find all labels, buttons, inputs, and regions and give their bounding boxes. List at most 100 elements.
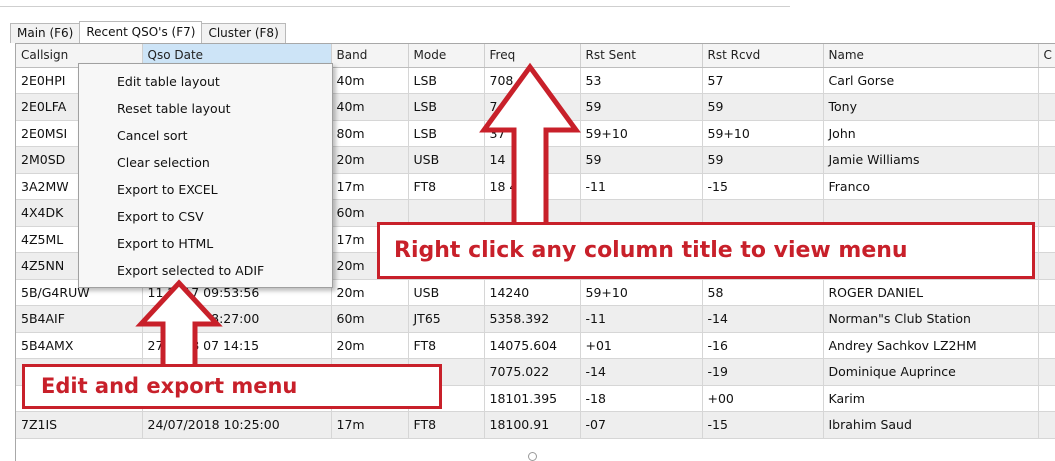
- tab-main[interactable]: Main (F6): [10, 23, 81, 43]
- cell-freq[interactable]: 7075.022: [484, 358, 581, 386]
- cell-truncated: [1038, 411, 1055, 439]
- cell-truncated: [1038, 226, 1055, 253]
- up-arrow-to-context-menu: [135, 279, 223, 371]
- menu-edit-table-layout[interactable]: Edit table layout: [79, 68, 332, 95]
- cell-truncated: [1038, 358, 1055, 386]
- cell-rcvd[interactable]: -15: [702, 411, 824, 439]
- tab-recent-qsos[interactable]: Recent QSO's (F7): [79, 21, 203, 43]
- column-header-rst-sent[interactable]: Rst Sent: [580, 44, 703, 68]
- cell-name[interactable]: Norman"s Club Station: [823, 305, 1039, 333]
- cell-band[interactable]: 17m: [331, 173, 409, 200]
- cell-callsign[interactable]: 7Z1IS: [16, 411, 143, 439]
- cell-truncated: [1038, 279, 1055, 306]
- cell-rcvd[interactable]: 58: [702, 279, 824, 306]
- cell-mode[interactable]: FT8: [408, 173, 485, 200]
- cell-sent[interactable]: 59+10: [580, 279, 703, 306]
- cell-rcvd[interactable]: 59+10: [702, 120, 824, 147]
- cell-mode[interactable]: FT8: [408, 332, 485, 359]
- cell-freq[interactable]: 5358.392: [484, 305, 581, 333]
- column-header-rst-rcvd[interactable]: Rst Rcvd: [702, 44, 824, 68]
- up-arrow-to-freq-header: [479, 62, 581, 235]
- cell-mode[interactable]: LSB: [408, 120, 485, 147]
- cell-rcvd[interactable]: +00: [702, 385, 824, 412]
- cell-name[interactable]: Tony: [823, 93, 1039, 121]
- cell-name[interactable]: Franco: [823, 173, 1039, 200]
- cell-freq[interactable]: 14240: [484, 279, 581, 306]
- menu-export-html[interactable]: Export to HTML: [79, 230, 332, 257]
- cell-mode[interactable]: USB: [408, 146, 485, 174]
- callout-edit-export: Edit and export menu: [22, 364, 442, 409]
- cell-name[interactable]: Andrey Sachkov LZ2HM: [823, 332, 1039, 359]
- cell-sent[interactable]: -11: [580, 173, 703, 200]
- cell-truncated: [1038, 332, 1055, 359]
- cell-sent[interactable]: -11: [580, 305, 703, 333]
- column-header-name[interactable]: Name: [823, 44, 1039, 68]
- cell-date[interactable]: 24/07/2018 10:25:00: [142, 411, 332, 439]
- cell-truncated: [1038, 385, 1055, 412]
- cell-truncated: [1038, 67, 1055, 94]
- cell-rcvd[interactable]: -19: [702, 358, 824, 386]
- cell-sent[interactable]: +01: [580, 332, 703, 359]
- cell-sent[interactable]: 59+10: [580, 120, 703, 147]
- cell-mode[interactable]: JT65: [408, 305, 485, 333]
- cell-band[interactable]: 60m: [331, 305, 409, 333]
- cell-truncated: [1038, 305, 1055, 333]
- cell-truncated: [1038, 120, 1055, 147]
- cell-band[interactable]: 80m: [331, 120, 409, 147]
- cell-sent[interactable]: -14: [580, 358, 703, 386]
- cell-band[interactable]: 40m: [331, 67, 409, 94]
- cell-name[interactable]: Carl Gorse: [823, 67, 1039, 94]
- callout-column-menu: Right click any column title to view men…: [377, 222, 1035, 279]
- context-menu: Edit table layout Reset table layout Can…: [78, 63, 333, 288]
- cell-sent[interactable]: -18: [580, 385, 703, 412]
- cell-rcvd[interactable]: -15: [702, 173, 824, 200]
- cell-name[interactable]: Jamie Williams: [823, 146, 1039, 174]
- menu-cancel-sort[interactable]: Cancel sort: [79, 122, 332, 149]
- menu-export-csv[interactable]: Export to CSV: [79, 203, 332, 230]
- cell-band[interactable]: 40m: [331, 93, 409, 121]
- column-header-truncated[interactable]: C: [1038, 44, 1055, 68]
- cell-sent[interactable]: 53: [580, 67, 703, 94]
- window-top-line: [0, 6, 790, 7]
- cell-band[interactable]: 20m: [331, 332, 409, 359]
- column-header-band[interactable]: Band: [331, 44, 409, 68]
- cell-band[interactable]: 17m: [331, 411, 409, 439]
- cell-truncated: [1038, 173, 1055, 200]
- cell-rcvd[interactable]: -16: [702, 332, 824, 359]
- menu-export-excel[interactable]: Export to EXCEL: [79, 176, 332, 203]
- cell-freq[interactable]: 18100.91: [484, 411, 581, 439]
- menu-clear-selection[interactable]: Clear selection: [79, 149, 332, 176]
- cell-truncated: [1038, 146, 1055, 174]
- cell-truncated: [1038, 199, 1055, 227]
- cell-rcvd[interactable]: -14: [702, 305, 824, 333]
- cell-freq[interactable]: 14075.604: [484, 332, 581, 359]
- cell-rcvd[interactable]: 57: [702, 67, 824, 94]
- cell-mode[interactable]: LSB: [408, 67, 485, 94]
- cell-name[interactable]: Karim: [823, 385, 1039, 412]
- cell-band[interactable]: 20m: [331, 146, 409, 174]
- cell-sent[interactable]: -07: [580, 411, 703, 439]
- cell-mode[interactable]: LSB: [408, 93, 485, 121]
- cell-mode[interactable]: FT8: [408, 411, 485, 439]
- cell-rcvd[interactable]: 59: [702, 146, 824, 174]
- cell-band[interactable]: 20m: [331, 279, 409, 306]
- tab-bar: Main (F6) Recent QSO's (F7) Cluster (F8): [10, 21, 286, 43]
- cell-name[interactable]: Ibrahim Saud: [823, 411, 1039, 439]
- cell-sent[interactable]: 59: [580, 93, 703, 121]
- cell-mode[interactable]: USB: [408, 279, 485, 306]
- cell-sent[interactable]: 59: [580, 146, 703, 174]
- resize-handle-bottom[interactable]: [528, 452, 537, 461]
- cell-name[interactable]: ROGER DANIEL: [823, 279, 1039, 306]
- cell-truncated: [1038, 252, 1055, 280]
- column-header-mode[interactable]: Mode: [408, 44, 485, 68]
- table-row[interactable]: 7Z1IS 24/07/2018 10:25:00 17m FT8 18100.91 -0…: [16, 411, 1055, 439]
- menu-reset-table-layout[interactable]: Reset table layout: [79, 95, 332, 122]
- cell-callsign[interactable]: 5B4AIF: [16, 305, 143, 333]
- tab-cluster[interactable]: Cluster (F8): [201, 23, 286, 43]
- cell-name[interactable]: John: [823, 120, 1039, 147]
- cell-name[interactable]: Dominique Auprince: [823, 358, 1039, 386]
- cell-freq[interactable]: 18101.395: [484, 385, 581, 412]
- cell-truncated: [1038, 93, 1055, 121]
- cell-rcvd[interactable]: 59: [702, 93, 824, 121]
- cell-callsign[interactable]: 5B4AMX: [16, 332, 143, 359]
